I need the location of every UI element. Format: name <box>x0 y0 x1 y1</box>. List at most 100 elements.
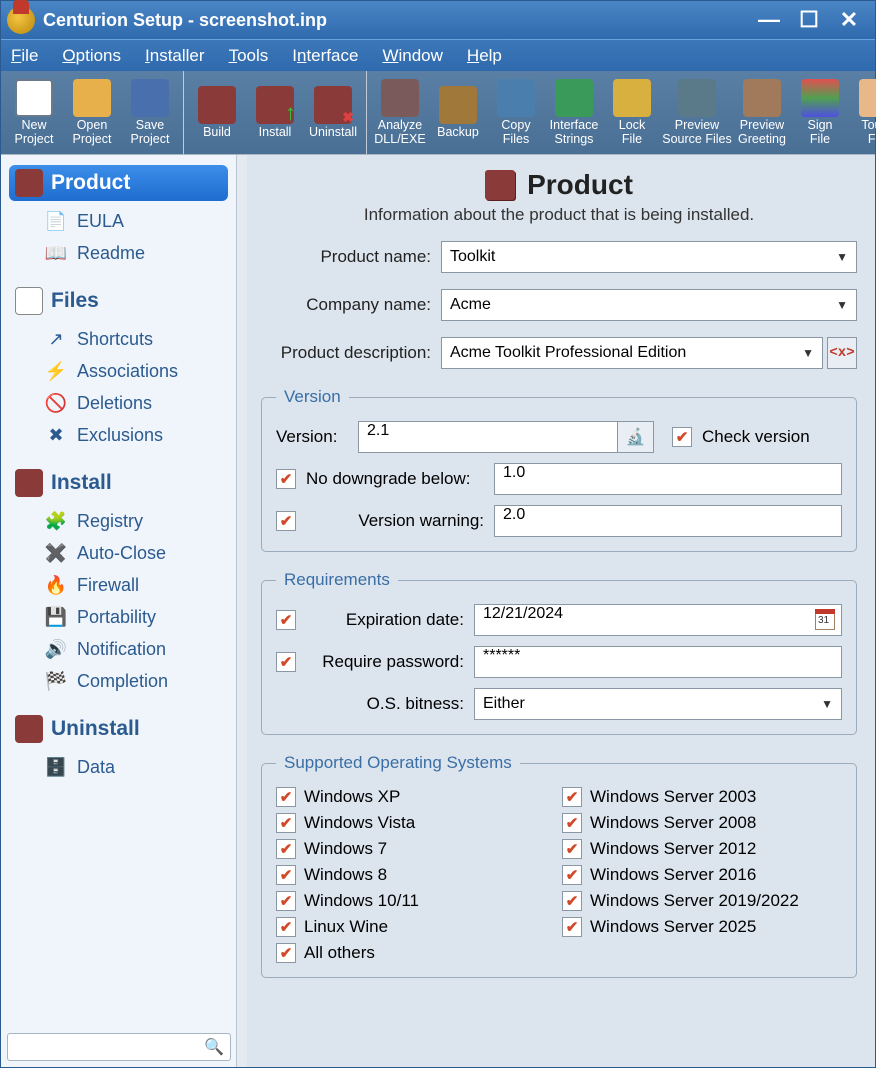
os-w1011-checkbox[interactable] <box>276 891 296 911</box>
copy-files-button[interactable]: Copy Files <box>487 71 545 154</box>
description-vars-button[interactable]: <x> <box>827 337 857 369</box>
sidebar-item-readme[interactable]: 📖Readme <box>9 237 228 269</box>
sidebar-item-notification[interactable]: 🔊Notification <box>9 633 228 665</box>
os-w8-checkbox[interactable] <box>276 865 296 885</box>
menu-file[interactable]: File <box>11 46 38 66</box>
os-other-checkbox[interactable] <box>276 943 296 963</box>
sidebar-item-deletions[interactable]: 🚫Deletions <box>9 387 228 419</box>
sidebar-item-firewall[interactable]: 🔥Firewall <box>9 569 228 601</box>
sidebar-item-exclusions[interactable]: ✖Exclusions <box>9 419 228 451</box>
os-windows-vista[interactable]: Windows Vista <box>276 813 556 833</box>
close-button[interactable]: ✕ <box>829 6 869 34</box>
sidebar-item-shortcuts[interactable]: ↗Shortcuts <box>9 323 228 355</box>
menu-help[interactable]: Help <box>467 46 502 66</box>
data-icon: 🗄️ <box>45 756 67 778</box>
os-s2008-checkbox[interactable] <box>562 813 582 833</box>
os-server-2003[interactable]: Windows Server 2003 <box>562 787 842 807</box>
os-s2016-checkbox[interactable] <box>562 865 582 885</box>
version-warning-input[interactable]: 2.0 <box>494 505 842 537</box>
check-version-checkbox[interactable] <box>672 427 692 447</box>
password-input[interactable]: ****** <box>474 646 842 678</box>
new-project-button[interactable]: New Project <box>5 71 63 154</box>
deletions-icon: 🚫 <box>45 392 67 414</box>
touch-file-button[interactable]: Touch File <box>849 71 876 154</box>
os-server-2016[interactable]: Windows Server 2016 <box>562 865 842 885</box>
sidebar-section-files[interactable]: Files <box>9 283 228 319</box>
os-server-2019[interactable]: Windows Server 2019/2022 <box>562 891 842 911</box>
os-xp-checkbox[interactable] <box>276 787 296 807</box>
os-s2019-checkbox[interactable] <box>562 891 582 911</box>
os-all-others[interactable]: All others <box>276 943 556 963</box>
company-name-select[interactable]: Acme <box>441 289 857 321</box>
os-windows-xp[interactable]: Windows XP <box>276 787 556 807</box>
preview-greeting-button[interactable]: Preview Greeting <box>733 71 791 154</box>
os-wine-checkbox[interactable] <box>276 917 296 937</box>
bitness-select[interactable]: Either <box>474 688 842 720</box>
touch-file-icon <box>859 79 876 117</box>
title-bar[interactable]: Centurion Setup - screenshot.inp — ☐ ✕ <box>1 1 875 39</box>
uninstall-button[interactable]: Uninstall <box>304 71 362 154</box>
version-picker-button[interactable]: 🔬 <box>618 421 654 453</box>
save-project-button[interactable]: Save Project <box>121 71 179 154</box>
sidebar-search[interactable]: 🔍 <box>7 1033 231 1061</box>
no-downgrade-checkbox[interactable] <box>276 469 296 489</box>
password-checkbox[interactable] <box>276 652 296 672</box>
menu-options[interactable]: Options <box>62 46 121 66</box>
os-windows-7[interactable]: Windows 7 <box>276 839 556 859</box>
sidebar-item-autoclose[interactable]: ✖️Auto-Close <box>9 537 228 569</box>
os-vista-checkbox[interactable] <box>276 813 296 833</box>
expiration-input[interactable]: 12/21/2024 <box>474 604 842 636</box>
os-s2003-checkbox[interactable] <box>562 787 582 807</box>
os-server-2012[interactable]: Windows Server 2012 <box>562 839 842 859</box>
preview-greeting-icon <box>743 79 781 117</box>
scroll-track[interactable] <box>237 155 247 1067</box>
maximize-button[interactable]: ☐ <box>789 6 829 34</box>
product-description-select[interactable]: Acme Toolkit Professional Edition <box>441 337 823 369</box>
os-windows-1011[interactable]: Windows 10/11 <box>276 891 556 911</box>
build-button[interactable]: Build <box>188 71 246 154</box>
analyze-button[interactable]: Analyze DLL/EXE <box>371 71 429 154</box>
preview-source-icon <box>678 79 716 117</box>
completion-icon: 🏁 <box>45 670 67 692</box>
menu-interface[interactable]: Interface <box>292 46 358 66</box>
sign-file-button[interactable]: Sign File <box>791 71 849 154</box>
version-input[interactable]: 2.1 <box>358 421 618 453</box>
sidebar-section-install[interactable]: Install <box>9 465 228 501</box>
sidebar-item-completion[interactable]: 🏁Completion <box>9 665 228 697</box>
menu-window[interactable]: Window <box>382 46 442 66</box>
os-server-2008[interactable]: Windows Server 2008 <box>562 813 842 833</box>
lock-file-button[interactable]: Lock File <box>603 71 661 154</box>
uninstall-section-icon <box>15 715 43 743</box>
install-section-icon <box>15 469 43 497</box>
product-name-select[interactable]: Toolkit <box>441 241 857 273</box>
menu-tools[interactable]: Tools <box>229 46 269 66</box>
page-product-icon <box>485 170 515 200</box>
sidebar-item-associations[interactable]: ⚡Associations <box>9 355 228 387</box>
sidebar-section-product[interactable]: Product <box>9 165 228 201</box>
preview-source-button[interactable]: Preview Source Files <box>661 71 733 154</box>
sidebar-section-uninstall[interactable]: Uninstall <box>9 711 228 747</box>
minimize-button[interactable]: — <box>749 6 789 34</box>
os-server-2025[interactable]: Windows Server 2025 <box>562 917 842 937</box>
install-button[interactable]: Install <box>246 71 304 154</box>
sidebar-item-portability[interactable]: 💾Portability <box>9 601 228 633</box>
open-project-button[interactable]: Open Project <box>63 71 121 154</box>
search-icon: 🔍 <box>204 1037 224 1057</box>
interface-strings-icon <box>555 79 593 117</box>
expiration-checkbox[interactable] <box>276 610 296 630</box>
sidebar-item-eula[interactable]: 📄EULA <box>9 205 228 237</box>
os-s2012-checkbox[interactable] <box>562 839 582 859</box>
os-windows-8[interactable]: Windows 8 <box>276 865 556 885</box>
open-project-icon <box>73 79 111 117</box>
sidebar-item-registry[interactable]: 🧩Registry <box>9 505 228 537</box>
version-warning-checkbox[interactable] <box>276 511 296 531</box>
os-linux-wine[interactable]: Linux Wine <box>276 917 556 937</box>
interface-strings-button[interactable]: Interface Strings <box>545 71 603 154</box>
menu-installer[interactable]: Installer <box>145 46 205 66</box>
os-s2025-checkbox[interactable] <box>562 917 582 937</box>
calendar-icon[interactable] <box>815 610 835 630</box>
os-w7-checkbox[interactable] <box>276 839 296 859</box>
sidebar-item-data[interactable]: 🗄️Data <box>9 751 228 783</box>
no-downgrade-input[interactable]: 1.0 <box>494 463 842 495</box>
backup-button[interactable]: Backup <box>429 71 487 154</box>
